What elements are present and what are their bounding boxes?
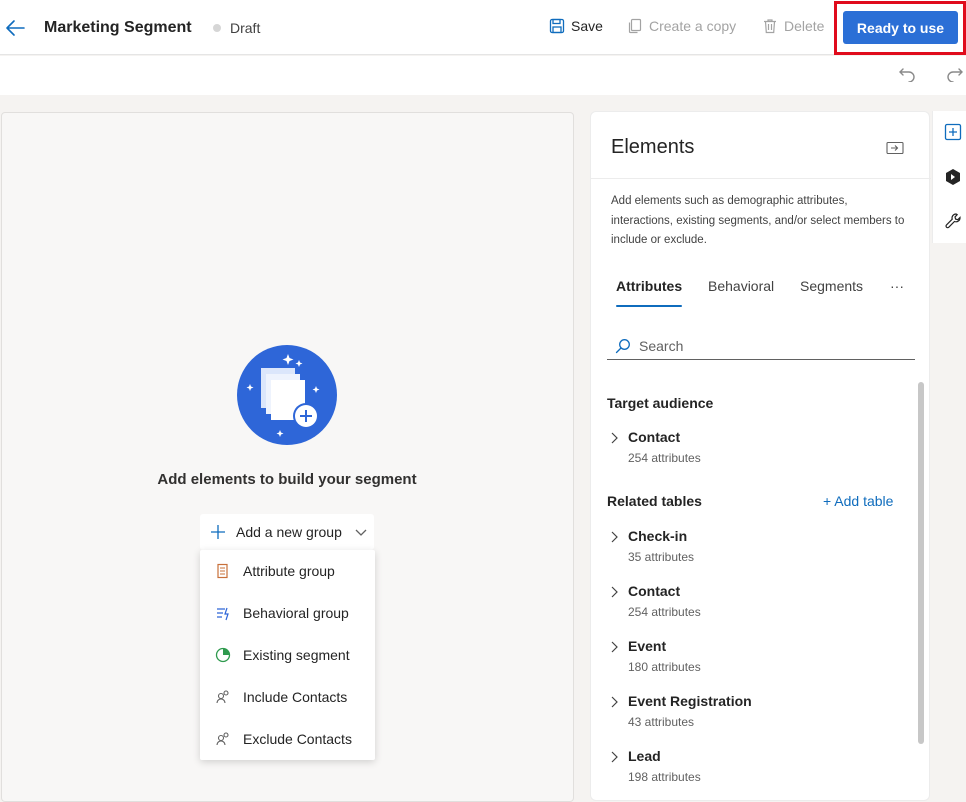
chevron-right-icon — [611, 751, 618, 763]
chevron-right-icon — [611, 696, 618, 708]
existing-segment-icon — [215, 647, 231, 663]
list-item[interactable]: Event 180 attributes — [607, 638, 897, 683]
menu-item-label: Attribute group — [243, 563, 335, 579]
list-item[interactable]: Lead 198 attributes — [607, 748, 897, 793]
list-item[interactable]: Contact 254 attributes — [607, 429, 897, 474]
item-count: 35 attributes — [628, 550, 695, 564]
section-heading-related-tables: Related tables — [607, 493, 702, 509]
item-name: Event — [628, 638, 667, 654]
tools-icon[interactable] — [944, 212, 962, 230]
build-segment-illustration — [237, 345, 337, 445]
active-tab-indicator — [616, 305, 682, 307]
menu-item-include-contacts[interactable]: Include Contacts — [200, 676, 375, 718]
add-element-icon[interactable] — [944, 123, 962, 141]
delete-button[interactable]: Delete — [762, 18, 824, 34]
secondary-toolbar — [0, 56, 966, 95]
menu-item-exclude-contacts[interactable]: Exclude Contacts — [200, 718, 375, 760]
chevron-right-icon — [611, 531, 618, 543]
menu-item-attribute-group[interactable]: Attribute group — [200, 550, 375, 592]
menu-item-existing-segment[interactable]: Existing segment — [200, 634, 375, 676]
page-title: Marketing Segment — [44, 19, 192, 36]
list-item[interactable]: Contact 254 attributes — [607, 583, 897, 628]
panel-tabs: Attributes Behavioral Segments ··· — [607, 274, 917, 308]
more-tabs-button[interactable]: ··· — [890, 278, 904, 294]
item-name: Event Registration — [628, 693, 752, 709]
menu-item-label: Behavioral group — [243, 605, 349, 621]
chevron-right-icon — [611, 641, 618, 653]
add-group-label: Add a new group — [236, 524, 342, 540]
elements-panel: Elements Add elements such as demographi… — [590, 111, 931, 801]
save-label: Save — [571, 18, 603, 34]
chevron-down-icon — [355, 529, 367, 536]
tab-behavioral[interactable]: Behavioral — [708, 278, 774, 294]
item-count: 254 attributes — [628, 451, 701, 465]
undo-icon[interactable] — [898, 64, 916, 82]
item-count: 43 attributes — [628, 715, 695, 729]
list-item[interactable]: Event Registration 43 attributes — [607, 693, 897, 738]
save-button[interactable]: Save — [549, 18, 603, 34]
tab-segments[interactable]: Segments — [800, 278, 863, 294]
delete-label: Delete — [784, 18, 825, 34]
create-copy-label: Create a copy — [649, 18, 737, 34]
command-bar: Marketing Segment Draft Save Create a co… — [0, 0, 966, 55]
menu-item-label: Exclude Contacts — [243, 731, 352, 747]
chevron-right-icon — [611, 432, 618, 444]
status-dot-icon — [213, 24, 221, 32]
include-contacts-icon — [216, 690, 229, 704]
trash-icon — [764, 19, 776, 34]
item-count: 198 attributes — [628, 770, 701, 784]
side-rail — [932, 111, 966, 243]
add-group-menu: Attribute group Behavioral group Existin… — [200, 550, 375, 760]
list-item[interactable]: Check-in 35 attributes — [607, 528, 897, 573]
search-input[interactable]: Search — [607, 332, 915, 360]
collapse-panel-icon[interactable] — [886, 141, 904, 155]
elements-list: Target audience Contact 254 attributes R… — [591, 380, 931, 800]
save-icon — [549, 18, 565, 34]
menu-item-label: Include Contacts — [243, 689, 348, 705]
item-name: Check-in — [628, 528, 688, 544]
tab-attributes[interactable]: Attributes — [616, 278, 682, 294]
item-name: Lead — [628, 748, 661, 764]
redo-icon[interactable] — [946, 64, 964, 82]
search-placeholder: Search — [639, 337, 684, 354]
panel-description: Add elements such as demographic attribu… — [611, 195, 905, 246]
empty-state-text: Add elements to build your segment — [157, 471, 417, 488]
divider — [591, 178, 931, 179]
add-group-button[interactable]: Add a new group — [200, 514, 374, 550]
exclude-contacts-icon — [216, 732, 229, 746]
menu-item-label: Existing segment — [243, 647, 350, 663]
item-count: 180 attributes — [628, 660, 701, 674]
status-text: Draft — [230, 20, 261, 36]
add-table-link[interactable]: + Add table — [823, 493, 893, 509]
back-arrow-icon[interactable] — [4, 17, 26, 39]
item-name: Contact — [628, 583, 681, 599]
copy-icon — [628, 18, 642, 34]
menu-item-behavioral-group[interactable]: Behavioral group — [200, 592, 375, 634]
copilot-icon[interactable] — [944, 168, 962, 186]
behavioral-group-icon — [217, 607, 229, 621]
attribute-group-icon — [217, 563, 228, 579]
panel-title: Elements — [611, 136, 695, 158]
section-heading-target-audience: Target audience — [607, 395, 714, 411]
scrollbar[interactable] — [918, 382, 924, 744]
plus-icon — [211, 525, 225, 539]
ready-to-use-button[interactable]: Ready to use — [843, 11, 958, 44]
chevron-right-icon — [611, 586, 618, 598]
item-name: Contact — [628, 429, 681, 445]
item-count: 254 attributes — [628, 605, 701, 619]
create-copy-button[interactable]: Create a copy — [627, 18, 736, 34]
search-icon — [615, 338, 630, 353]
